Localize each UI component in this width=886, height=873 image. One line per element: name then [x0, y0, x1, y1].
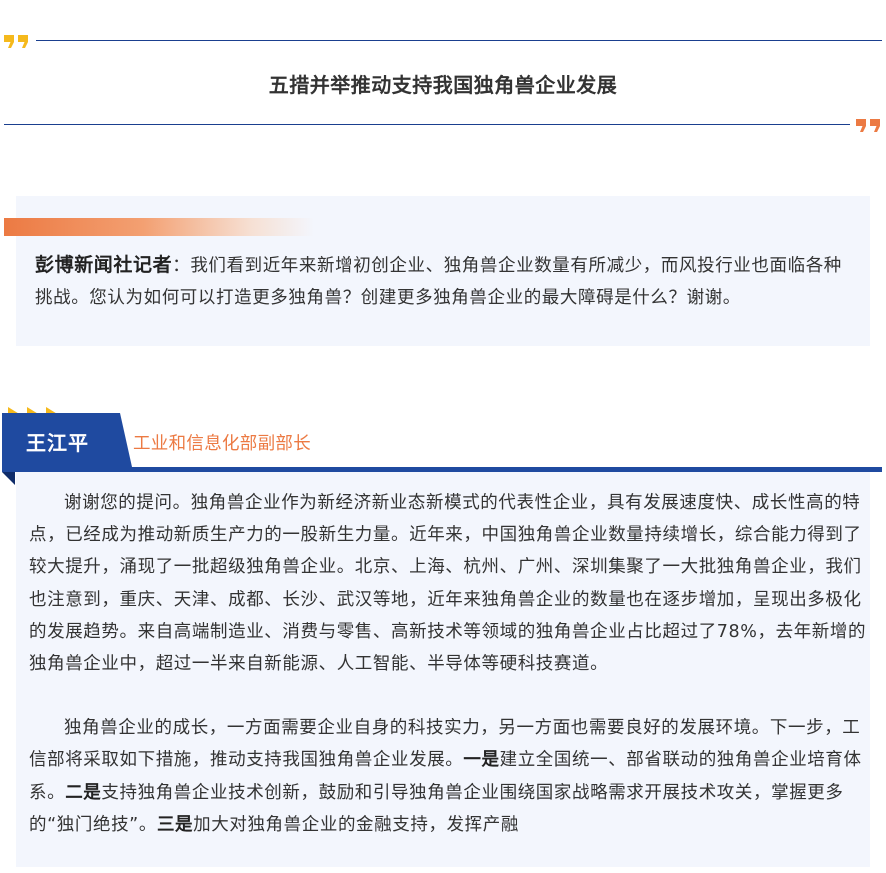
measure-text-3: 加大对独角兽企业的金融支持，发挥产融	[193, 814, 519, 835]
title-rule-top	[36, 40, 882, 41]
question-speaker: 彭博新闻社记者	[35, 254, 173, 276]
ribbon-fold	[2, 472, 15, 485]
quote-mark-icon	[856, 119, 880, 132]
answer-text: 谢谢您的提问。独角兽企业作为新经济新业态新模式的代表性企业，具有发展速度快、成长…	[29, 487, 873, 873]
measure-label-1: 一是	[463, 750, 500, 771]
answer-paragraph-2: 独角兽企业的成长，一方面需要企业自身的科技实力，另一方面也需要良好的发展环境。下…	[29, 712, 873, 841]
question-separator: ：	[172, 256, 191, 276]
answer-paragraph-1: 谢谢您的提问。独角兽企业作为新经济新业态新模式的代表性企业，具有发展速度快、成长…	[29, 493, 867, 675]
measure-label-3: 三是	[156, 814, 194, 835]
page-title: 五措并举推动支持我国独角兽企业发展	[268, 73, 618, 97]
title-rule-bottom	[4, 124, 850, 125]
question-accent-bar	[4, 218, 314, 236]
question-text: 彭博新闻社记者：我们看到近年来新增初创企业、独角兽企业数量有所减少，而风投行业也…	[35, 250, 855, 314]
answer-speaker-role: 工业和信息化部副部长	[133, 434, 311, 454]
quote-mark-icon	[4, 35, 28, 48]
answer-speaker-name: 王江平	[26, 431, 89, 455]
measure-label-2: 二是	[65, 782, 102, 803]
